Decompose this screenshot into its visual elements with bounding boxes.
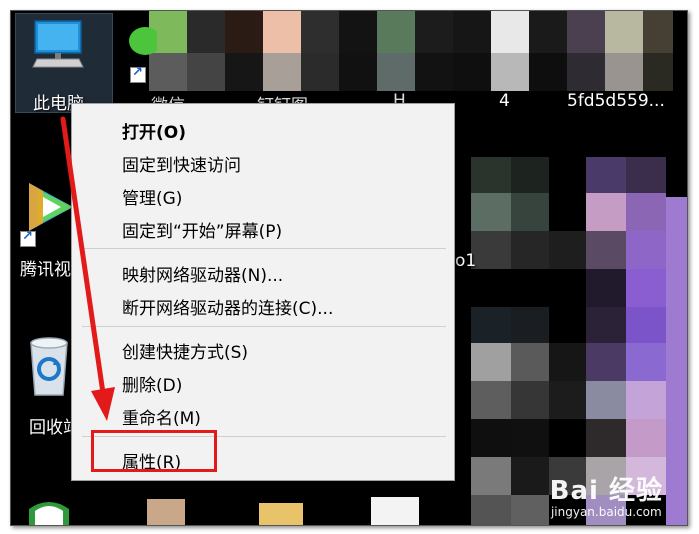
watermark-logo: Bai 经验 bbox=[549, 476, 663, 506]
watermark-url: jingyan.baidu.com bbox=[550, 505, 662, 519]
annotation-arrow-icon bbox=[60, 116, 115, 421]
watermark: Bai 经验 jingyan.baidu.com bbox=[550, 470, 663, 519]
desktop-screenshot: 此电脑 微信 钉钉图 H 4 5fd5d559... o1 腾讯视 回收站 bbox=[10, 10, 688, 526]
